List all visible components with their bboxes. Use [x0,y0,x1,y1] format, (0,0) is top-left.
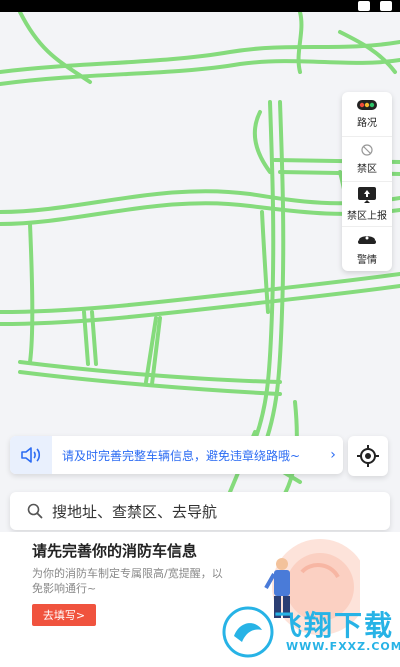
search-icon [27,503,43,519]
restricted-zone-icon [361,143,373,156]
traffic-toggle[interactable]: 路况 [342,92,392,136]
report-zone-icon [358,186,376,203]
restricted-zone-toggle[interactable]: 禁区 [342,136,392,181]
signal-icon [358,1,370,11]
report-zone-button[interactable]: 禁区上报 [342,181,392,226]
watermark-url: WWW.FXXZ.COM [286,640,400,653]
status-bar [0,0,400,12]
fill-in-button[interactable]: 去填写> [32,604,96,626]
restricted-zone-label: 禁区 [357,163,377,175]
report-zone-label: 禁区上报 [347,210,387,222]
traffic-light-icon [357,99,377,110]
chevron-right-icon: › [330,447,336,463]
locate-button[interactable] [348,436,388,476]
watermark-text: 飞翔下载 [274,609,395,642]
police-alert-toggle[interactable]: 警情 [342,226,392,271]
map-tools-panel: 路况 禁区 禁区上报 警情 [342,92,392,271]
notice-text: 请及时完善完整车辆信息，避免违章绕路哦~ [62,448,301,463]
traffic-label: 路况 [357,117,377,129]
status-icons [358,0,392,12]
speaker-icon [21,447,41,463]
police-icon [358,235,376,244]
search-placeholder: 搜地址、查禁区、去导航 [52,502,218,521]
search-bar[interactable]: 搜地址、查禁区、去导航 [10,492,390,530]
crosshair-icon [357,445,379,467]
police-label: 警情 [357,254,377,266]
battery-icon [380,1,392,11]
vehicle-info-notice[interactable]: 请及时完善完整车辆信息，避免违章绕路哦~ › [10,436,343,474]
notice-speaker [10,436,52,474]
card-title: 请先完善你的消防车信息 [32,542,198,560]
card-description: 为你的消防车制定专属限高/宽提醒，以免影响通行~ [32,567,223,595]
